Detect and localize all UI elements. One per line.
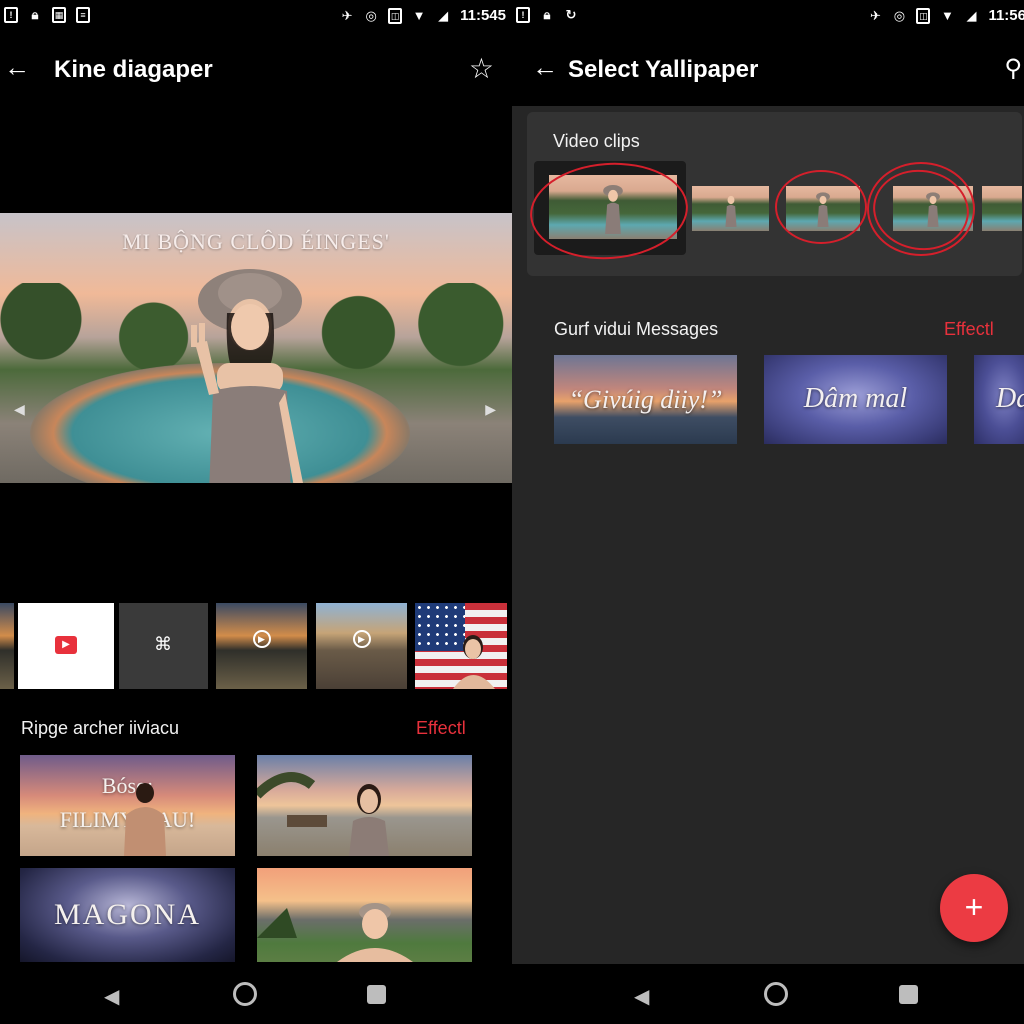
nfc-icon: ◫ [916, 7, 931, 24]
effect-link[interactable]: Effectl [416, 718, 466, 739]
message-caption: “Givúig diiy!” [568, 385, 723, 414]
airplane-icon: ✈ [341, 7, 353, 23]
arrow-left-icon[interactable]: ← [532, 54, 558, 80]
video-clip-thumbnail[interactable] [982, 186, 1022, 231]
next-arrow-icon[interactable]: ▶ [485, 401, 496, 418]
message-card[interactable]: Dâm mal [764, 355, 947, 444]
effect-card[interactable] [257, 755, 472, 856]
status-bar: ! 🔒︎ ▦ ≡ ✈ ◎ ◫ ▼ ◢ 11:545 [0, 0, 512, 32]
message-card[interactable]: “Givúig diiy!” [554, 355, 737, 444]
effect-card[interactable]: Bósọ: FILIMY HAU! [20, 755, 235, 856]
back-nav-icon[interactable]: ◀ [634, 984, 649, 1009]
section-title: Ripge archer iiviacu [21, 718, 180, 738]
woman-figure [257, 903, 413, 962]
navigation-bar: ◀ [0, 964, 512, 1024]
home-nav-icon[interactable] [233, 982, 257, 1006]
message-caption: Dâm mal [803, 383, 908, 414]
add-button[interactable]: + [940, 874, 1008, 942]
video-clip-thumbnail[interactable] [692, 186, 769, 231]
hero-preview[interactable]: MI BỘNG CLÔD ÉINGES' ◀ ▶ [0, 213, 512, 483]
right-screen: ! 🔒︎ ↻ ✈ ◎ ◫ ▼ ◢ 11:56 ← Select Yallipap… [512, 0, 1024, 1024]
lock-icon: 🔒︎ [543, 7, 551, 22]
woman-figure [724, 196, 737, 228]
back-nav-icon[interactable]: ◀ [104, 984, 119, 1009]
message-caption: Da [996, 383, 1024, 414]
app-bar: ← Select Yallipaper ⚲ [512, 32, 1024, 106]
status-time: 11:545 [460, 7, 506, 24]
wifi-calling-icon: ◎ [365, 7, 377, 23]
app-bar: ← Kine diagaper ☆ [0, 32, 512, 106]
star-icon[interactable]: ☆ [469, 52, 494, 85]
thumbnail-flag[interactable] [415, 603, 507, 689]
video-clips-title: Video clips [553, 131, 640, 151]
effect-card[interactable] [257, 868, 472, 962]
airplane-icon: ✈ [870, 7, 881, 23]
left-screen: ! 🔒︎ ▦ ≡ ✈ ◎ ◫ ▼ ◢ 11:545 ← Kine diagape… [0, 0, 512, 1024]
message-card[interactable]: Da [974, 355, 1024, 444]
video-camera-icon: ▶ [55, 636, 77, 654]
card-caption: MAGONA [54, 898, 201, 931]
status-bar: ! 🔒︎ ↻ ✈ ◎ ◫ ▼ ◢ 11:56 [512, 0, 1024, 32]
status-time: 11:56 [988, 7, 1024, 24]
lock-icon: 🔒︎ [31, 7, 39, 22]
page-title: Select Yallipaper [568, 56, 759, 83]
nfc-icon: ◫ [388, 7, 403, 24]
thumbnail-camera[interactable]: ▶ [18, 603, 114, 689]
search-icon[interactable]: ⚲ [1004, 54, 1022, 83]
wifi-calling-icon: ◎ [893, 7, 906, 23]
play-icon: ▶ [252, 630, 271, 649]
man-figure [124, 783, 166, 856]
signal-icon: ◢ [438, 7, 449, 23]
hero-caption: MI BỘNG CLÔD ÉINGES' [122, 229, 390, 254]
page-title: Kine diagaper [54, 56, 213, 83]
section-title: Gurf vidui Messages [554, 319, 719, 339]
notification-icon: ! [516, 7, 530, 23]
effect-link[interactable]: Effectl [944, 319, 994, 340]
sync-icon: ↻ [565, 7, 577, 22]
effect-card[interactable]: MAGONA [20, 868, 235, 962]
thumbnail-sunset[interactable]: ▶ [216, 603, 307, 689]
arrow-left-icon[interactable]: ← [4, 54, 30, 80]
thumbnail-strip: ▶ ⌘ ▶ ▶ [0, 603, 512, 689]
message-icon: ≡ [76, 7, 90, 23]
recents-nav-icon[interactable] [899, 985, 918, 1004]
puzzle-icon: ⌘ [154, 634, 172, 654]
thumbnail-coast[interactable]: ▶ [316, 603, 407, 689]
wifi-icon: ▼ [941, 7, 954, 23]
play-icon: ▶ [352, 630, 371, 649]
navigation-bar: ◀ [512, 964, 1024, 1024]
notification-icon: ! [4, 7, 18, 23]
gallery-icon: ▦ [52, 7, 66, 23]
home-nav-icon[interactable] [764, 982, 788, 1006]
woman-figure [257, 772, 389, 856]
woman-figure [191, 269, 303, 483]
wifi-icon: ▼ [412, 7, 426, 23]
woman-figure [453, 635, 495, 689]
signal-icon: ◢ [966, 7, 977, 23]
previous-arrow-icon[interactable]: ◀ [14, 401, 25, 418]
thumbnail-partial[interactable] [0, 603, 14, 689]
thumbnail-puzzle[interactable]: ⌘ [119, 603, 208, 689]
selection-circle [775, 170, 867, 244]
video-clips-panel: Video clips [526, 112, 1022, 276]
recents-nav-icon[interactable] [367, 985, 386, 1004]
